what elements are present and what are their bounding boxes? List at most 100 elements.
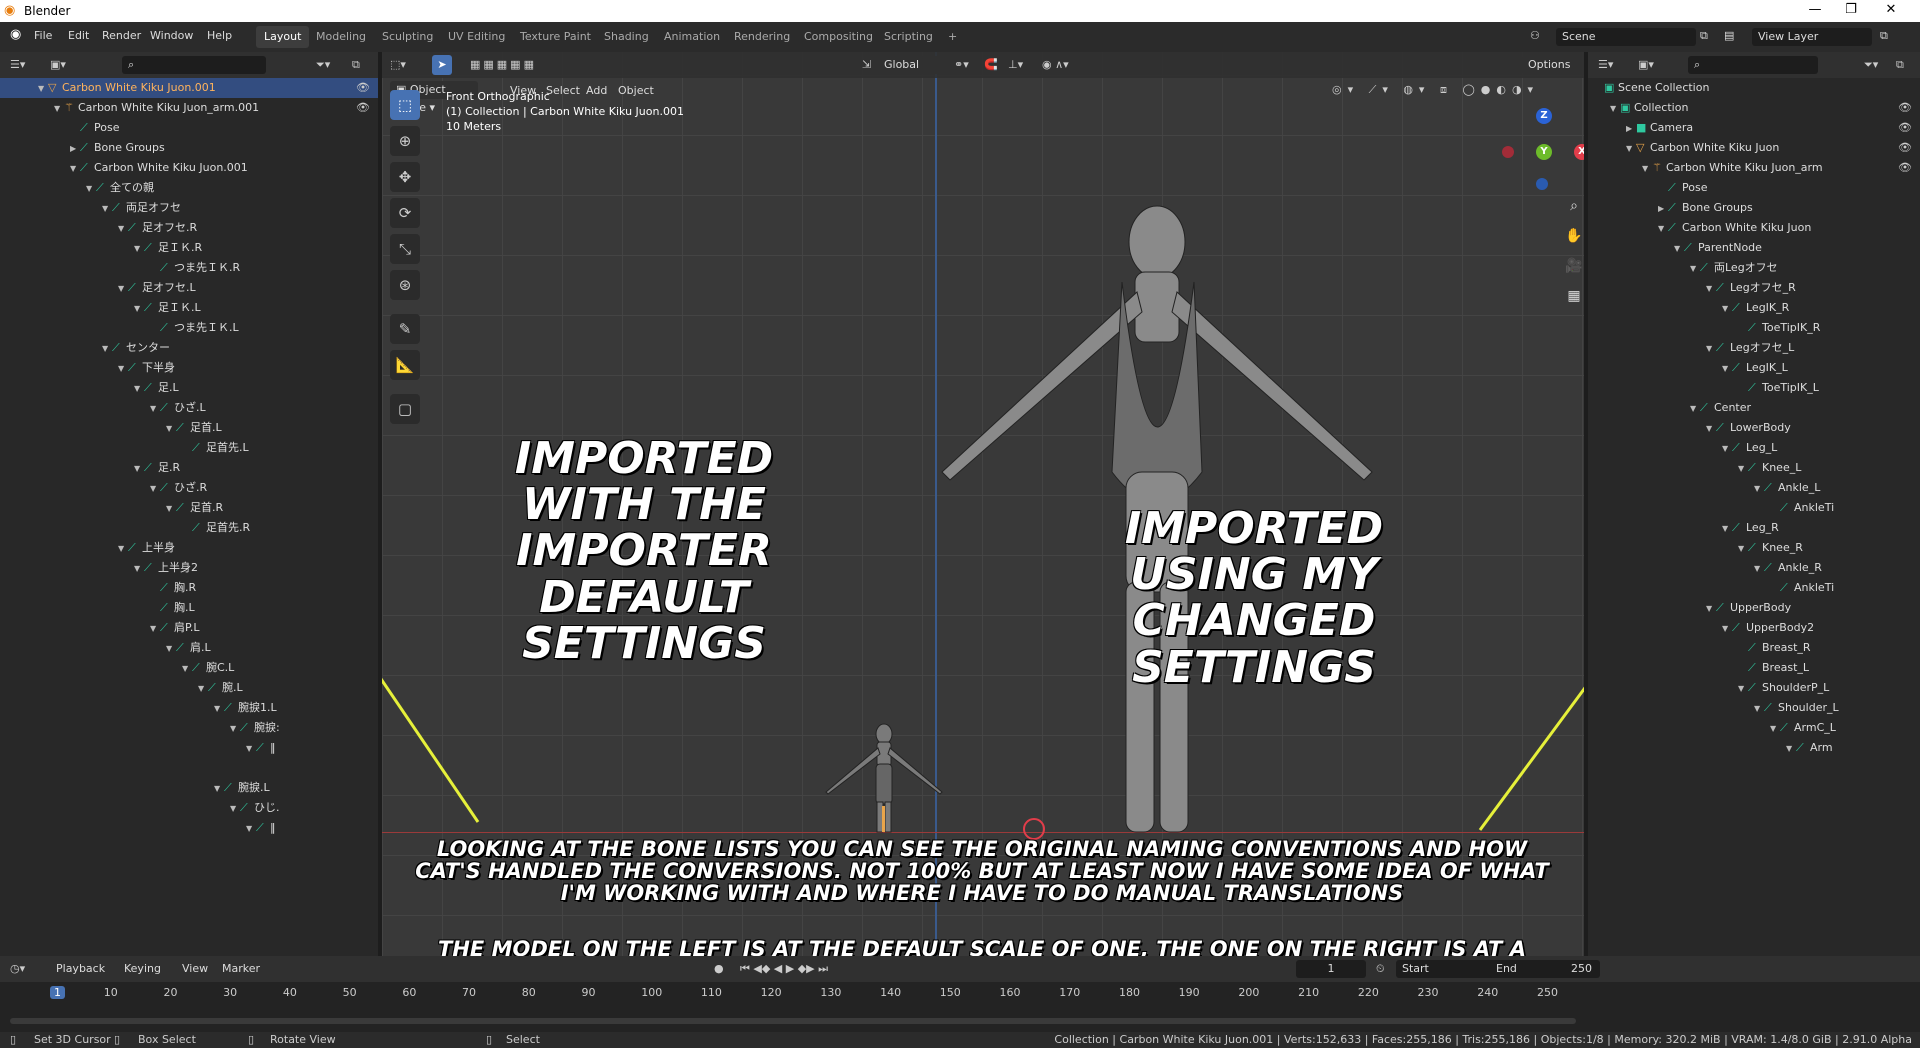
outliner-row[interactable]: ▼ ⟋ 足首.L (0, 418, 378, 438)
expand-arrow-icon[interactable]: ▼ (214, 699, 224, 718)
outliner-row[interactable]: ⟋ AnkleTi (1588, 498, 1920, 518)
outliner-row[interactable]: ▼ ⟋ 下半身 (0, 358, 378, 378)
expand-arrow-icon[interactable]: ▼ (102, 199, 112, 218)
outliner-row[interactable]: ▼ ⟋ 足.L (0, 378, 378, 398)
outliner-row[interactable]: ▼ ⚚ Carbon White Kiku Juon_arm 👁 (1588, 158, 1920, 178)
outliner-row[interactable]: ▼ ⟋ ParentNode (1588, 238, 1920, 258)
expand-arrow-icon[interactable]: ▼ (134, 239, 144, 258)
outliner-row[interactable]: ▼ ⟋ 腕捩.L (0, 778, 378, 798)
expand-arrow-icon[interactable]: ▼ (1690, 399, 1700, 418)
menu-render[interactable]: Render (102, 29, 141, 42)
expand-arrow-icon[interactable]: ▼ (134, 379, 144, 398)
outliner-row[interactable]: ▼ ⟋ UpperBody2 (1588, 618, 1920, 638)
new-collection-icon[interactable]: ⧉ (1896, 58, 1904, 72)
outliner-row[interactable]: ⟋ Breast_R (1588, 638, 1920, 658)
outliner-row[interactable]: ▼ ⟋ UpperBody (1588, 598, 1920, 618)
scene-icon[interactable]: ⚇ (1530, 29, 1540, 42)
visibility-eye-icon[interactable]: 👁 (1898, 98, 1912, 118)
expand-arrow-icon[interactable]: ▼ (1754, 699, 1764, 718)
expand-arrow-icon[interactable]: ▼ (134, 459, 144, 478)
filter-icon[interactable]: ⏷▾ (316, 58, 330, 72)
new-collection-icon[interactable]: ⧉ (352, 58, 360, 72)
outliner-row[interactable]: ▼ ⟋ 足.R (0, 458, 378, 478)
expand-arrow-icon[interactable]: ▼ (1706, 279, 1716, 298)
outliner-row[interactable]: ▼ ⟋ 肩.L (0, 638, 378, 658)
expand-arrow-icon[interactable]: ▼ (54, 99, 64, 118)
visibility-eye-icon[interactable]: 👁 (1898, 138, 1912, 158)
expand-arrow-icon[interactable]: ▼ (150, 479, 160, 498)
close-button[interactable]: ✕ (1876, 2, 1906, 17)
outliner-row[interactable]: ▼ ⟋ Center (1588, 398, 1920, 418)
expand-arrow-icon[interactable]: ▼ (1658, 219, 1668, 238)
tab-texture-paint[interactable]: Texture Paint (512, 26, 599, 48)
outliner-row[interactable]: ▼ ⟋ ArmC_L (1588, 718, 1920, 738)
visibility-eye-icon[interactable]: 👁 (356, 78, 370, 98)
outliner-row[interactable]: ▼ ▽ Carbon White Kiku Juon.001 👁 (0, 78, 378, 98)
outliner-row[interactable]: ▼ ⟋ LegIK_L (1588, 358, 1920, 378)
expand-arrow-icon[interactable]: ▼ (1754, 479, 1764, 498)
tab-sculpting[interactable]: Sculpting (374, 26, 441, 48)
tab-uv-editing[interactable]: UV Editing (440, 26, 513, 48)
outliner-row[interactable]: ▼ ⟋ 上半身 (0, 538, 378, 558)
outliner-row[interactable]: ▼ ⟋ Carbon White Kiku Juon (1588, 218, 1920, 238)
outliner-row[interactable]: ▼ ⟋ 両足オフセ (0, 198, 378, 218)
outliner-row[interactable]: ⟋ Breast_L (1588, 658, 1920, 678)
outliner-row[interactable]: ▼ ⟋ Knee_R (1588, 538, 1920, 558)
outliner-row[interactable]: ▼ ⟋ 足首.R (0, 498, 378, 518)
expand-arrow-icon[interactable]: ▼ (166, 639, 176, 658)
visibility-eye-icon[interactable]: 👁 (1898, 158, 1912, 178)
new-scene-icon[interactable]: ⧉ (1700, 29, 1708, 43)
expand-arrow-icon[interactable]: ▼ (1722, 299, 1732, 318)
collapsed-arrow-icon[interactable]: ▶ (1626, 119, 1636, 138)
scene-selector[interactable]: Scene (1556, 28, 1696, 46)
editor-type-icon[interactable]: ☰▾ (1598, 58, 1613, 71)
expand-arrow-icon[interactable]: ▼ (134, 299, 144, 318)
menu-file[interactable]: File (34, 29, 52, 42)
expand-arrow-icon[interactable]: ▼ (198, 679, 208, 698)
blender-menu-icon[interactable]: ◉ (10, 27, 21, 42)
display-mode-icon[interactable]: ▣▾ (50, 58, 66, 71)
outliner-row[interactable]: ⟋ つま先ＩＫ.R (0, 258, 378, 278)
outliner-row[interactable]: ▼ ⟋ Ankle_R (1588, 558, 1920, 578)
outliner-row[interactable]: ⟋ つま先ＩＫ.L (0, 318, 378, 338)
outliner-row[interactable]: ⟋ ToeTipIK_L (1588, 378, 1920, 398)
tab-animation[interactable]: Animation (656, 26, 728, 48)
collapsed-arrow-icon[interactable]: ▶ (70, 139, 80, 158)
outliner-row[interactable]: ▼ ⟋ 全ての親 (0, 178, 378, 198)
display-mode-icon[interactable]: ▣▾ (1638, 58, 1654, 71)
expand-arrow-icon[interactable]: ▼ (230, 719, 240, 738)
outliner-row[interactable]: ▼ ⟋ センター (0, 338, 378, 358)
outliner-row[interactable]: ⟋ Pose (0, 118, 378, 138)
outliner-row[interactable]: ⟋ 胸.L (0, 598, 378, 618)
outliner-row[interactable]: ▼ ⟋ LegIK_R (1588, 298, 1920, 318)
expand-arrow-icon[interactable]: ▼ (150, 399, 160, 418)
expand-arrow-icon[interactable]: ▼ (86, 179, 96, 198)
expand-arrow-icon[interactable]: ▼ (1722, 439, 1732, 458)
expand-arrow-icon[interactable]: ▼ (118, 539, 128, 558)
expand-arrow-icon[interactable]: ▼ (1626, 139, 1636, 158)
expand-arrow-icon[interactable]: ▼ (38, 79, 48, 98)
outliner-row[interactable]: ▼ ⟋ Leg_L (1588, 438, 1920, 458)
expand-arrow-icon[interactable]: ▼ (1690, 259, 1700, 278)
outliner-row[interactable]: ▼ ⟋ Leg_R (1588, 518, 1920, 538)
outliner-row[interactable]: ▼ ⚚ Carbon White Kiku Juon_arm.001 👁 (0, 98, 378, 118)
outliner-row[interactable]: ▼ ⟋ ひざ.R (0, 478, 378, 498)
expand-arrow-icon[interactable]: ▼ (1754, 559, 1764, 578)
outliner-row[interactable]: ▼ ⟋ 肩P.L (0, 618, 378, 638)
outliner-row[interactable]: ⟋ 胸.R (0, 578, 378, 598)
outliner-row[interactable]: ▼ ⟋ Shoulder_L (1588, 698, 1920, 718)
outliner-row[interactable]: ▼ ⟋ Legオフセ_R (1588, 278, 1920, 298)
expand-arrow-icon[interactable]: ▼ (214, 779, 224, 798)
restore-button[interactable]: ❐ (1836, 2, 1866, 17)
expand-arrow-icon[interactable]: ▼ (1770, 719, 1780, 738)
outliner-row[interactable]: ▼ ⟋ 足ＩＫ.L (0, 298, 378, 318)
menu-help[interactable]: Help (207, 29, 232, 42)
expand-arrow-icon[interactable]: ▼ (118, 219, 128, 238)
outliner-row[interactable]: ▣ Scene Collection (1588, 78, 1920, 98)
filter-icon[interactable]: ⏷▾ (1864, 58, 1878, 72)
expand-arrow-icon[interactable]: ▼ (1786, 739, 1796, 758)
expand-arrow-icon[interactable]: ▼ (1722, 359, 1732, 378)
expand-arrow-icon[interactable]: ▼ (1738, 539, 1748, 558)
outliner-row[interactable]: ▼ ⟋ Ankle_L (1588, 478, 1920, 498)
expand-arrow-icon[interactable]: ▼ (1738, 679, 1748, 698)
